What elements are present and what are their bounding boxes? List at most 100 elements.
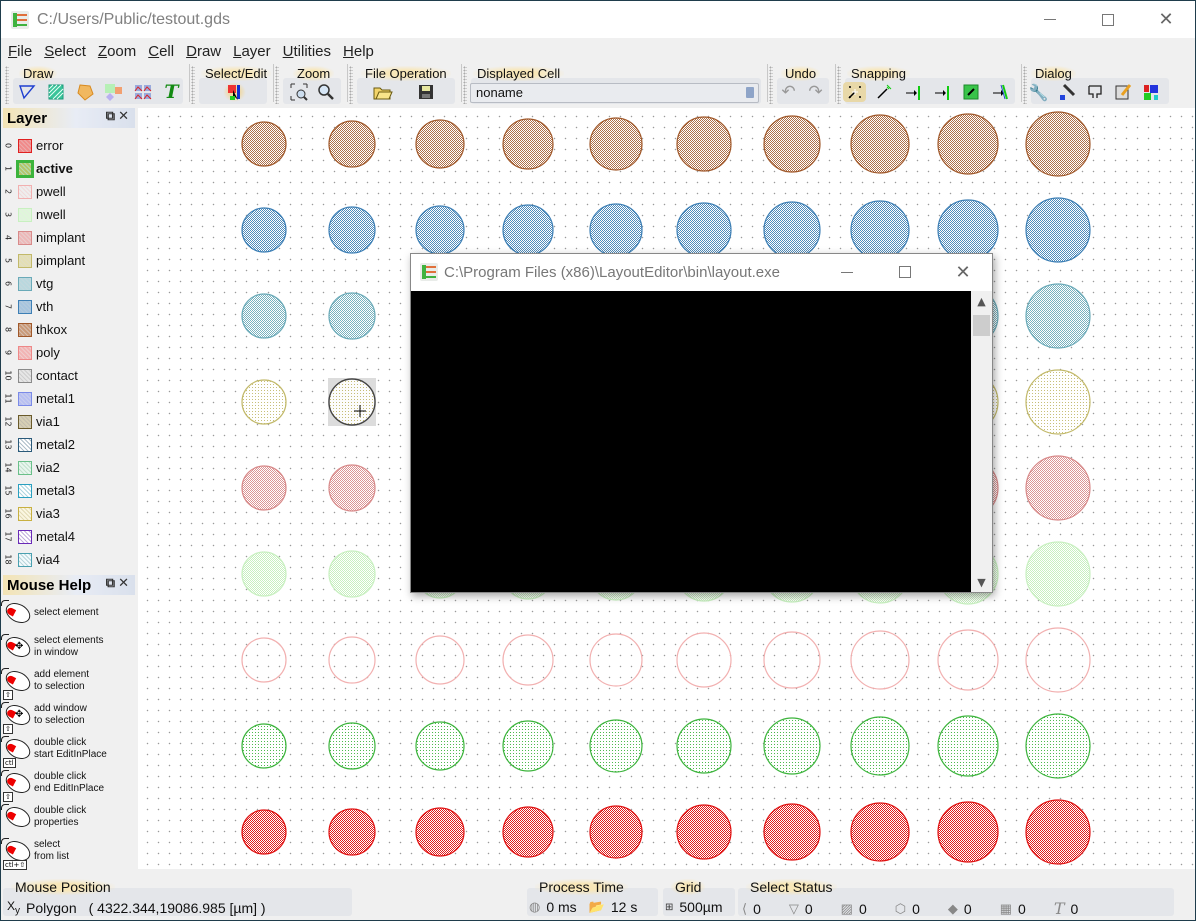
close-button[interactable]: ✕	[1137, 1, 1195, 38]
snap-point-icon[interactable]	[872, 82, 895, 102]
layer-row-nimplant[interactable]: 4 nimplant	[1, 226, 138, 249]
circle-active[interactable]	[1025, 713, 1091, 779]
circle-nimplant[interactable]	[1025, 455, 1091, 521]
circle-pwell[interactable]	[415, 635, 465, 685]
properties-note-icon[interactable]	[1111, 82, 1134, 102]
circle-vth[interactable]	[1025, 197, 1091, 263]
circle-pwell[interactable]	[763, 631, 821, 689]
circle-nwell[interactable]	[328, 550, 376, 598]
circle-vth[interactable]	[850, 200, 910, 260]
layer-color-swatch-icon[interactable]	[18, 414, 32, 429]
layer-row-error[interactable]: 0 error	[1, 134, 138, 157]
layer-row-thkox[interactable]: 8 thkox	[1, 318, 138, 341]
circle-thkox[interactable]	[589, 117, 643, 171]
layer-color-swatch-icon[interactable]	[18, 322, 32, 337]
select-edit-icon[interactable]	[223, 82, 246, 102]
circle-thkox[interactable]	[328, 120, 376, 168]
circle-vtg[interactable]	[241, 293, 287, 339]
circle-error[interactable]	[1025, 799, 1091, 865]
layer-row-metal3[interactable]: 15 metal3	[1, 479, 138, 502]
snap-grid-icon[interactable]	[843, 82, 866, 102]
layer-color-swatch-icon[interactable]	[18, 460, 32, 475]
scroll-down-icon[interactable]: ▼	[971, 572, 992, 592]
circle-active[interactable]	[415, 721, 465, 771]
toolbar-grip[interactable]	[463, 66, 467, 104]
circle-pimplant[interactable]	[328, 378, 376, 426]
circle-pwell[interactable]	[1025, 627, 1091, 693]
menu-select[interactable]: Select	[38, 43, 92, 60]
layer-row-metal4[interactable]: 17 metal4	[1, 525, 138, 548]
circle-error[interactable]	[763, 803, 821, 861]
layer-color-swatch-icon[interactable]	[18, 368, 32, 383]
draw-polygon-icon[interactable]	[73, 82, 96, 102]
circle-vtg[interactable]	[328, 292, 376, 340]
circle-error[interactable]	[937, 801, 999, 863]
draw-boolean-icon[interactable]	[102, 82, 125, 102]
layer-color-swatch-icon[interactable]	[18, 391, 32, 406]
menu-draw[interactable]: Draw	[180, 43, 227, 60]
draw-box-icon[interactable]	[44, 82, 67, 102]
menu-help[interactable]: Help	[337, 43, 380, 60]
menu-zoom[interactable]: Zoom	[92, 43, 142, 60]
circle-pwell[interactable]	[937, 629, 999, 691]
circle-vth[interactable]	[502, 204, 554, 256]
snap-element-icon[interactable]	[959, 82, 982, 102]
layer-row-via4[interactable]: 18 via4	[1, 548, 138, 571]
console-maximize-button[interactable]	[876, 254, 934, 290]
circle-nimplant[interactable]	[328, 464, 376, 512]
circle-error[interactable]	[241, 809, 287, 855]
circle-vth[interactable]	[937, 199, 999, 261]
circle-pwell[interactable]	[502, 634, 554, 686]
console-minimize-button[interactable]	[818, 254, 876, 290]
layer-row-via2[interactable]: 14 via2	[1, 456, 138, 479]
console-scrollbar[interactable]: ▲ ▼	[971, 291, 992, 592]
draw-path-icon[interactable]	[15, 82, 38, 102]
layer-row-vth[interactable]: 7 vth	[1, 295, 138, 318]
circle-active[interactable]	[502, 720, 554, 772]
layer-row-vtg[interactable]: 6 vtg	[1, 272, 138, 295]
layer-color-swatch-icon[interactable]	[18, 161, 32, 176]
circle-thkox[interactable]	[241, 121, 287, 167]
circle-error[interactable]	[850, 802, 910, 862]
undo-icon[interactable]: ↶	[777, 82, 800, 102]
circle-thkox[interactable]	[676, 116, 732, 172]
toolbar-grip[interactable]	[837, 66, 841, 104]
layer-color-swatch-icon[interactable]	[18, 138, 32, 153]
layer-row-pimplant[interactable]: 5 pimplant	[1, 249, 138, 272]
zoom-magnifier-icon[interactable]	[314, 82, 337, 102]
redo-icon[interactable]: ↷	[804, 82, 827, 102]
macro-setup-icon[interactable]	[1055, 82, 1078, 102]
schematic-icon[interactable]	[1083, 82, 1106, 102]
close-panel-icon[interactable]: ✕	[118, 109, 129, 124]
circle-active[interactable]	[241, 723, 287, 769]
circle-active[interactable]	[937, 715, 999, 777]
layer-row-via1[interactable]: 12 via1	[1, 410, 138, 433]
snap-angle-icon[interactable]	[988, 82, 1011, 102]
circle-vth[interactable]	[328, 206, 376, 254]
close-panel-icon[interactable]: ✕	[118, 576, 129, 591]
layer-row-pwell[interactable]: 2 pwell	[1, 180, 138, 203]
layer-color-swatch-icon[interactable]	[18, 253, 32, 268]
circle-pwell[interactable]	[328, 636, 376, 684]
circle-error[interactable]	[415, 807, 465, 857]
layer-color-swatch-icon[interactable]	[18, 483, 32, 498]
layer-color-swatch-icon[interactable]	[18, 437, 32, 452]
circle-vth[interactable]	[676, 202, 732, 258]
circle-pimplant[interactable]	[241, 379, 287, 425]
layer-row-metal2[interactable]: 13 metal2	[1, 433, 138, 456]
open-folder-icon[interactable]	[371, 82, 394, 102]
menu-cell[interactable]: Cell	[142, 43, 180, 60]
minimize-button[interactable]	[1021, 1, 1079, 38]
scroll-up-icon[interactable]: ▲	[971, 291, 992, 311]
displayed-cell-select[interactable]: noname	[470, 83, 759, 103]
menu-utilities[interactable]: Utilities	[277, 43, 337, 60]
toolbar-grip[interactable]	[191, 66, 195, 104]
circle-pwell[interactable]	[850, 630, 910, 690]
layer-color-swatch-icon[interactable]	[18, 276, 32, 291]
circle-vth[interactable]	[241, 207, 287, 253]
circle-active[interactable]	[676, 718, 732, 774]
circle-thkox[interactable]	[850, 114, 910, 174]
dropdown-arrow-icon[interactable]	[746, 87, 754, 98]
circle-active[interactable]	[589, 719, 643, 773]
layer-color-swatch-icon[interactable]	[18, 552, 32, 567]
